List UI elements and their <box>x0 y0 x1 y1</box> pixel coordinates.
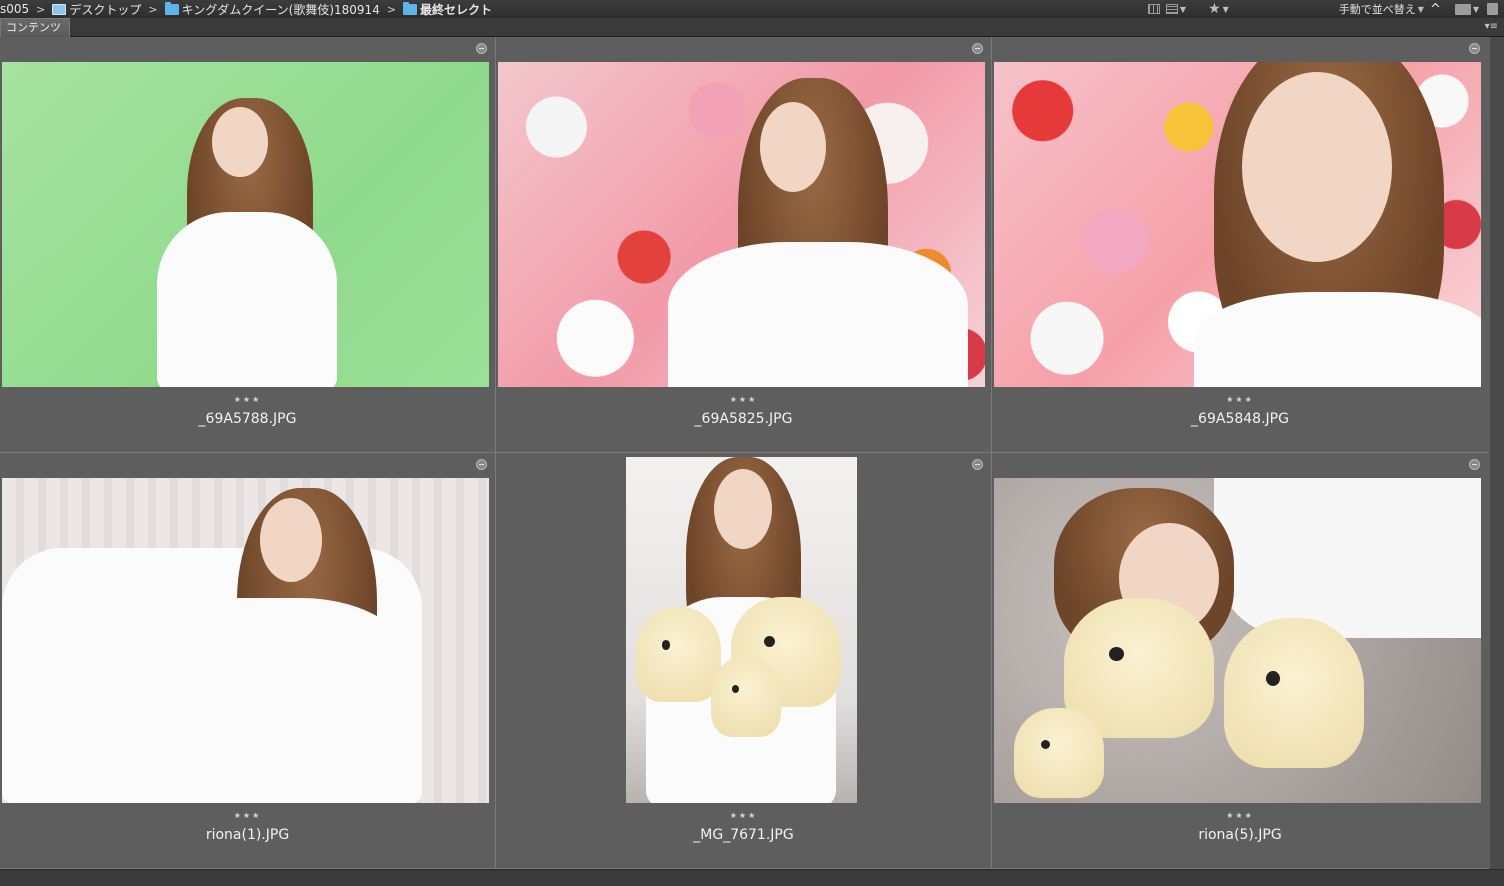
star-rating[interactable]: ★★★ <box>496 395 991 404</box>
panel-menu-icon[interactable]: ▾≡ <box>1485 21 1498 32</box>
content-panel: ★★★ _69A5788.JPG ★★★ _69A5825.JPG ★★★ _6… <box>0 37 1490 869</box>
vertical-scrollbar[interactable] <box>1490 37 1504 869</box>
thumbnail-image[interactable] <box>994 62 1481 387</box>
thumbnail-filename[interactable]: riona(1).JPG <box>0 827 495 843</box>
sync-icon[interactable] <box>1469 43 1480 54</box>
thumbnail-filename[interactable]: _69A5788.JPG <box>0 411 495 427</box>
thumbnail-cell[interactable]: ★★★ _69A5788.JPG <box>0 37 496 453</box>
sync-icon[interactable] <box>972 459 983 470</box>
star-rating[interactable]: ★★★ <box>992 811 1488 820</box>
star-icon: ★ <box>1208 1 1221 17</box>
folder-icon <box>403 1 418 15</box>
thumbnail-cell[interactable]: ★★★ _69A5848.JPG <box>992 37 1488 453</box>
path-bar: s005 > デスクトップ > キングダムクイーン(歌舞伎)180914 > 最… <box>0 0 1504 18</box>
thumbnail-cell[interactable]: ★★★ _MG_7671.JPG <box>496 453 992 869</box>
sync-icon[interactable] <box>476 43 487 54</box>
thumbnail-filename[interactable]: _MG_7671.JPG <box>496 827 991 843</box>
star-rating[interactable]: ★★★ <box>0 811 495 820</box>
breadcrumb-label: キングダムクイーン(歌舞伎)180914 <box>181 2 380 17</box>
chevron-down-icon: ▼ <box>1222 4 1229 14</box>
view-options-button[interactable]: ▼ <box>1165 4 1187 14</box>
breadcrumb-label: s005 <box>0 2 30 16</box>
breadcrumb-label: 最終セレクト <box>420 2 493 17</box>
status-bar <box>0 869 1504 886</box>
thumbnail-filename[interactable]: _69A5825.JPG <box>496 411 991 427</box>
sync-icon[interactable] <box>1469 459 1480 470</box>
breadcrumb-item-final-select[interactable]: 最終セレクト <box>403 0 492 18</box>
chevron-right-icon: > <box>148 2 158 16</box>
breadcrumb-item-desktop[interactable]: デスクトップ <box>52 0 141 18</box>
chevron-right-icon: > <box>386 2 397 16</box>
breadcrumb-item-kingdom-queen[interactable]: キングダムクイーン(歌舞伎)180914 <box>164 0 380 18</box>
sync-icon[interactable] <box>972 43 983 54</box>
thumbnail-cell[interactable]: ★★★ _69A5825.JPG <box>496 37 992 453</box>
rating-filter-button[interactable]: ★ ▼ <box>1208 1 1229 17</box>
star-rating[interactable]: ★★★ <box>496 811 991 820</box>
thumbnail-cell[interactable]: ★★★ riona(5).JPG <box>992 453 1488 869</box>
thumbnail-filename[interactable]: riona(5).JPG <box>992 827 1488 843</box>
thumbnail-image[interactable] <box>498 62 985 387</box>
thumbnail-image[interactable] <box>2 62 489 387</box>
toolbar: ▼ ★ ▼ 手動で並べ替え ▼ ^ ▼ <box>1142 0 1504 18</box>
star-rating[interactable]: ★★★ <box>0 395 495 404</box>
sort-label: 手動で並べ替え <box>1338 3 1416 16</box>
thumbnail-image[interactable] <box>2 478 489 803</box>
tab-content[interactable]: コンテンツ <box>0 18 70 37</box>
chevron-right-icon: > <box>36 2 46 16</box>
grid-icon <box>1147 4 1160 14</box>
star-rating[interactable]: ★★★ <box>992 395 1488 404</box>
desktop-icon <box>52 3 67 15</box>
sort-ascending-icon[interactable]: ^ <box>1430 2 1441 17</box>
panel-tab-bar: コンテンツ ▾≡ <box>0 18 1504 37</box>
list-icon <box>1165 4 1178 14</box>
folder-open-icon <box>1454 3 1471 15</box>
thumbnail-image[interactable] <box>994 478 1481 803</box>
breadcrumb-label: デスクトップ <box>69 2 142 17</box>
sync-icon[interactable] <box>476 459 487 470</box>
chevron-down-icon: ▼ <box>1472 4 1479 14</box>
thumbnail-image[interactable] <box>626 457 857 803</box>
breadcrumb-item-s005[interactable]: s005 <box>0 0 29 18</box>
thumbnail-filename[interactable]: _69A5848.JPG <box>992 411 1488 427</box>
sort-menu[interactable]: 手動で並べ替え ▼ <box>1339 1 1424 17</box>
chevron-down-icon: ▼ <box>1179 4 1187 14</box>
trash-icon[interactable] <box>1487 3 1498 15</box>
thumbnail-quality-button[interactable] <box>1147 4 1160 14</box>
folder-icon <box>164 1 179 15</box>
open-recent-button[interactable]: ▼ <box>1454 3 1479 15</box>
thumbnail-cell[interactable]: ★★★ riona(1).JPG <box>0 453 496 869</box>
chevron-down-icon: ▼ <box>1417 4 1424 14</box>
